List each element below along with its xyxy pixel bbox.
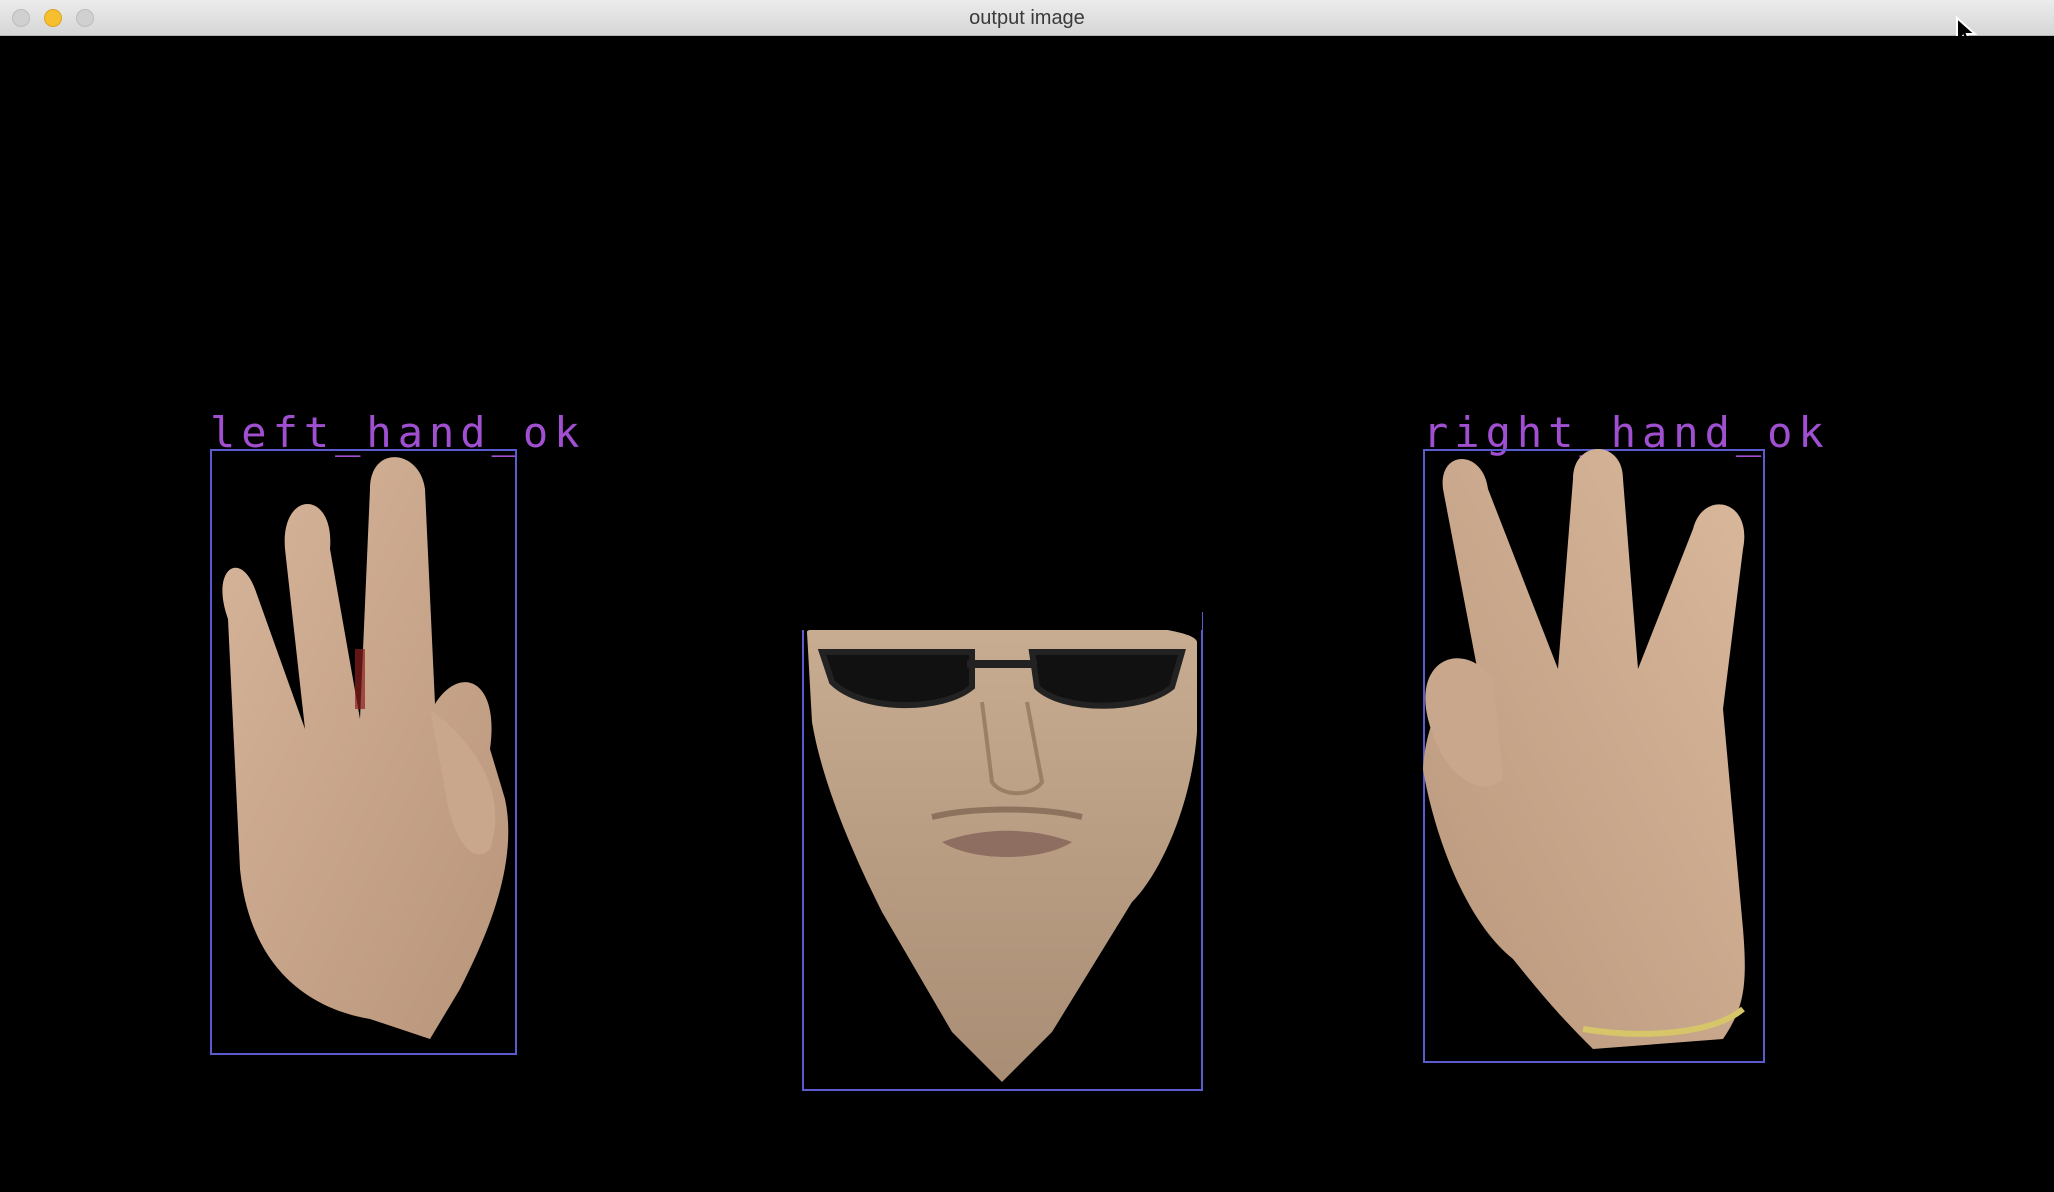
window-titlebar[interactable]: output image [0,0,2054,36]
detection-label-right-hand: right_hand_ok [1423,408,1830,457]
window-title: output image [969,7,1085,29]
right-hand-image [1423,449,1745,1049]
image-canvas: left_hand_ok face right_hand_ok [0,36,2054,1192]
face-image [802,612,1202,1082]
left-hand-image [222,457,509,1039]
detection-label-left-hand: left_hand_ok [210,408,586,457]
